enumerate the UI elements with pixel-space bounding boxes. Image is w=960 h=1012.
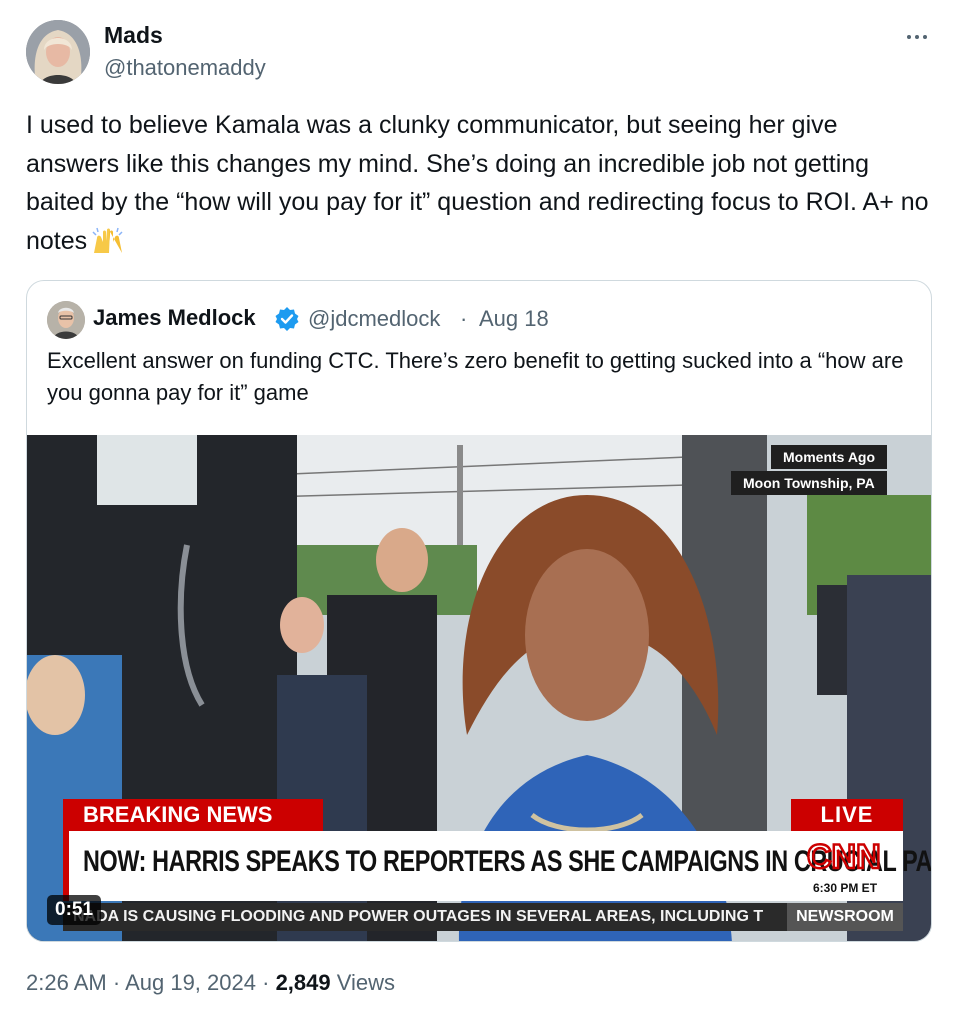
post-time[interactable]: 2:26 AM [26,970,107,995]
avatar-image [26,20,90,84]
video-duration[interactable]: 0:51 [47,895,102,925]
more-dot-icon [923,35,927,39]
views-count: 2,849 [275,970,331,995]
show-name: NEWSROOM [787,903,903,931]
meta-separator: · [112,970,121,995]
author-name[interactable]: Mads [104,22,163,49]
breaking-news-label: BREAKING NEWS [63,799,323,831]
more-dot-icon [907,35,911,39]
quoted-author-handle[interactable]: @jdcmedlock [308,306,440,332]
quoted-avatar-image [47,301,85,339]
video-player[interactable]: Moments Ago Moon Township, PA BREAKING N… [27,435,931,941]
tweet: Mads @thatonemaddy I used to believe Kam… [0,0,960,1012]
quoted-separator: · [460,306,468,331]
raising-hands-emoji-icon [92,227,123,253]
news-ticker: NADA IS CAUSING FLOODING AND POWER OUTAG… [63,903,787,931]
views-label: Views [336,970,396,995]
network-time: 6:30 PM ET [813,881,878,895]
video-time-tag: Moments Ago [771,445,888,469]
video-location-tag: Moon Township, PA [731,471,887,495]
cnn-logo-text: CNN [807,838,881,875]
live-label: LIVE [791,799,903,831]
more-options-button[interactable] [900,26,934,48]
tweet-text-content: I used to believe Kamala was a clunky co… [26,111,929,255]
more-dot-icon [915,35,919,39]
author-avatar[interactable] [26,20,90,84]
tweet-text: I used to believe Kamala was a clunky co… [26,106,936,260]
quoted-tweet[interactable]: James Medlock @jdcmedlock · Aug 18 Excel… [26,280,932,942]
cnn-logo: CNN [806,837,882,875]
author-handle[interactable]: @thatonemaddy [104,55,266,81]
quoted-author-name[interactable]: James Medlock [93,305,256,331]
headline-banner: NOW: HARRIS SPEAKS TO REPORTERS AS SHE C… [63,831,931,901]
meta-separator: · [262,970,270,995]
quoted-author-avatar[interactable] [47,301,85,339]
tweet-meta: 2:26 AM · Aug 19, 2024 · 2,849 Views [26,970,395,996]
quoted-date[interactable]: Aug 18 [479,306,549,332]
quoted-text: Excellent answer on funding CTC. There’s… [47,348,904,405]
verified-badge-icon [275,307,299,331]
post-date[interactable]: Aug 19, 2024 [125,970,256,995]
